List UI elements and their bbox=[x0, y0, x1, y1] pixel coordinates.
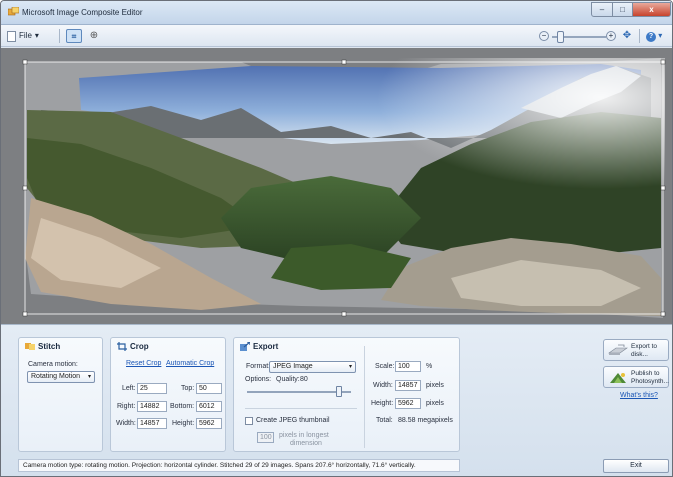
export-height-unit: pixels bbox=[426, 400, 444, 407]
format-value: JPEG Image bbox=[273, 363, 313, 370]
crop-height-field[interactable]: 5962 bbox=[196, 418, 222, 429]
format-select[interactable]: JPEG Image ▾ bbox=[269, 361, 356, 373]
export-panel-title: Export bbox=[240, 342, 278, 351]
camera-motion-select[interactable]: Rotating Motion ▾ bbox=[27, 371, 95, 383]
crop-height-label: Height: bbox=[172, 420, 195, 427]
chevron-down-icon: ▾ bbox=[658, 31, 663, 40]
help-menu[interactable]: ? ▾ bbox=[646, 29, 668, 43]
export-height-label: Height: bbox=[371, 400, 394, 407]
title-bar: Microsoft Image Composite Editor – □ x bbox=[1, 1, 672, 25]
window-title: Microsoft Image Composite Editor bbox=[22, 8, 143, 17]
crop-width-label: Width: bbox=[116, 420, 136, 427]
projection-tool-button[interactable]: ⊕ bbox=[87, 29, 101, 43]
toolbar-divider bbox=[639, 29, 640, 43]
reset-crop-link[interactable]: Reset Crop bbox=[126, 360, 161, 367]
file-menu[interactable]: File ▾ bbox=[7, 29, 39, 43]
thumbnail-size-text-2: dimension bbox=[290, 440, 322, 447]
camera-motion-label: Camera motion: bbox=[28, 361, 78, 368]
crop-panel: Crop Reset Crop Automatic Crop Left: 25 … bbox=[110, 337, 226, 452]
composite-editor-icon bbox=[8, 7, 19, 16]
automatic-crop-link[interactable]: Automatic Crop bbox=[166, 360, 214, 367]
chevron-down-icon: ▾ bbox=[87, 374, 91, 380]
thumbnail-size-text: pixels in longest bbox=[279, 432, 329, 439]
crop-left-field[interactable]: 25 bbox=[137, 383, 167, 394]
crop-top-label: Top: bbox=[181, 385, 195, 392]
stitch-icon bbox=[25, 343, 35, 350]
format-label: Format: bbox=[246, 363, 271, 370]
crop-width-field[interactable]: 14857 bbox=[137, 418, 167, 429]
crop-tool-button[interactable]: ⌗ bbox=[66, 29, 82, 43]
crop-icon: ⌗ bbox=[71, 32, 77, 41]
pan-tool-button[interactable]: ✥ bbox=[621, 29, 633, 43]
app-window: Microsoft Image Composite Editor – □ x F… bbox=[0, 0, 673, 477]
thumbnail-size-field[interactable]: 100 bbox=[257, 432, 274, 443]
stitch-title-text: Stitch bbox=[38, 342, 61, 351]
crop-left-label: Left: bbox=[122, 385, 136, 392]
quality-value: 80 bbox=[300, 376, 308, 383]
globe-icon: ⊕ bbox=[89, 30, 99, 41]
publish-line1: Publish to bbox=[631, 370, 660, 377]
total-label: Total: bbox=[376, 417, 393, 424]
export-panel: Export Format: JPEG Image ▾ Options: Qua… bbox=[233, 337, 460, 452]
export-to-disk-line1: Export to bbox=[631, 343, 658, 350]
move-icon: ✥ bbox=[622, 30, 632, 41]
panorama-image bbox=[1, 48, 672, 324]
export-column-divider bbox=[364, 346, 365, 448]
scale-field[interactable]: 100 bbox=[395, 361, 421, 372]
export-height-field[interactable]: 5962 bbox=[395, 398, 421, 409]
crop-bottom-label: Bottom: bbox=[170, 403, 195, 410]
crop-icon bbox=[117, 342, 127, 351]
export-width-label: Width: bbox=[373, 382, 393, 389]
crop-title-text: Crop bbox=[130, 342, 149, 351]
export-disk-icon bbox=[608, 344, 628, 355]
publish-line2: Photosynth... bbox=[631, 377, 669, 385]
quality-label: Quality: bbox=[276, 376, 300, 383]
export-width-unit: pixels bbox=[426, 382, 444, 389]
crop-right-field[interactable]: 14882 bbox=[137, 401, 167, 412]
thumbnail-checkbox[interactable] bbox=[245, 417, 253, 425]
total-value: 88.58 megapixels bbox=[398, 417, 453, 424]
zoom-out-button[interactable]: − bbox=[539, 31, 549, 41]
scale-label: Scale: bbox=[375, 363, 395, 370]
quality-slider-thumb[interactable] bbox=[336, 386, 342, 397]
export-to-disk-line2: disk... bbox=[631, 350, 648, 358]
export-title-text: Export bbox=[253, 342, 279, 351]
zoom-in-button[interactable]: + bbox=[606, 31, 616, 41]
close-button[interactable]: x bbox=[633, 2, 671, 17]
thumbnail-label: Create JPEG thumbnail bbox=[256, 417, 330, 424]
publish-to-photosynth-label: Publish to Photosynth... bbox=[631, 370, 669, 385]
scale-unit: % bbox=[426, 363, 433, 370]
export-to-disk-label: Export to disk... bbox=[631, 343, 657, 358]
camera-motion-value: Rotating Motion bbox=[31, 373, 81, 380]
toolbar: File ▾ ⌗ ⊕ − + ✥ ? ▾ bbox=[1, 25, 672, 47]
crop-bottom-field[interactable]: 6012 bbox=[196, 401, 222, 412]
settings-panel: Stitch Camera motion: Rotating Motion ▾ … bbox=[1, 324, 672, 476]
panorama-canvas[interactable] bbox=[1, 48, 672, 324]
stitch-panel-title: Stitch bbox=[25, 342, 60, 351]
options-label: Options: bbox=[245, 376, 272, 383]
crop-panel-title: Crop bbox=[117, 342, 149, 351]
minimize-button[interactable]: – bbox=[591, 2, 613, 17]
crop-top-field[interactable]: 50 bbox=[196, 383, 222, 394]
window-controls: – □ x bbox=[591, 2, 671, 17]
exit-button[interactable]: Exit bbox=[603, 459, 669, 473]
zoom-slider-thumb[interactable] bbox=[557, 31, 564, 43]
photosynth-icon bbox=[610, 373, 626, 383]
publish-to-photosynth-button[interactable]: Publish to Photosynth... bbox=[603, 366, 669, 388]
document-icon bbox=[7, 30, 16, 42]
file-menu-label: File bbox=[19, 31, 32, 40]
maximize-button[interactable]: □ bbox=[613, 2, 633, 17]
whats-this-link[interactable]: What's this? bbox=[620, 392, 658, 399]
export-to-disk-button[interactable]: Export to disk... bbox=[603, 339, 669, 361]
chevron-down-icon: ▾ bbox=[348, 364, 352, 370]
export-width-field[interactable]: 14857 bbox=[395, 380, 421, 391]
stitch-panel: Stitch Camera motion: Rotating Motion ▾ bbox=[18, 337, 103, 452]
status-bar: Camera motion type: rotating motion. Pro… bbox=[18, 459, 460, 472]
toolbar-divider bbox=[59, 29, 60, 43]
export-icon bbox=[240, 342, 250, 351]
help-icon: ? bbox=[646, 32, 656, 42]
chevron-down-icon: ▾ bbox=[34, 31, 39, 40]
export-divider bbox=[245, 408, 357, 409]
crop-right-label: Right: bbox=[117, 403, 136, 410]
